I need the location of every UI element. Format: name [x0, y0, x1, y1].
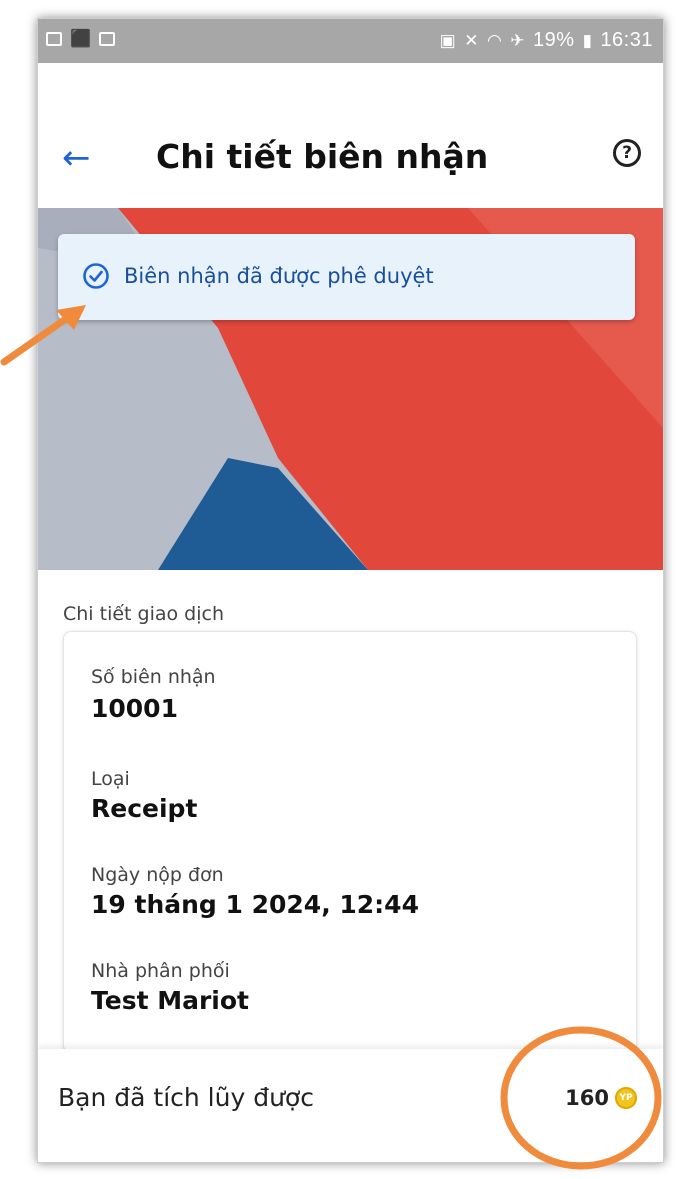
back-arrow-icon[interactable]: ←: [62, 141, 91, 175]
airplane-icon: ✈: [510, 30, 526, 50]
distributor-label: Nhà phân phối: [91, 960, 230, 982]
type-label: Loại: [91, 768, 130, 790]
receipt-hero-image: Biên nhận đã được phê duyệt: [38, 208, 663, 570]
receipt-number-value: 10001: [91, 694, 178, 723]
help-icon[interactable]: ?: [613, 139, 641, 167]
check-circle-icon: [83, 263, 109, 289]
points-label: Bạn đã tích lũy được: [58, 1083, 314, 1112]
battery-icon: ▮: [582, 30, 593, 50]
submission-date-value: 19 tháng 1 2024, 12:44: [91, 890, 419, 919]
clock: 16:31: [600, 29, 653, 51]
status-bar: ⬛ ▣ ✕ ◠ ✈ 19% ▮ 16:31: [38, 19, 663, 63]
type-value: Receipt: [91, 794, 198, 823]
page-title: Chi tiết biên nhận: [156, 137, 489, 176]
coin-icon: YP: [615, 1087, 637, 1109]
points-footer: Bạn đã tích lũy được 160 YP: [38, 1049, 663, 1162]
details-card: Số biên nhận 10001 Loại Receipt Ngày nộp…: [63, 631, 637, 1053]
alarm-icon: ▣: [439, 30, 457, 50]
approval-message: Biên nhận đã được phê duyệt: [124, 264, 434, 288]
mute-icon: ✕: [464, 30, 479, 50]
section-title: Chi tiết giao dịch: [63, 603, 225, 625]
points-value: 160: [565, 1086, 609, 1110]
battery-percent: 19%: [533, 29, 575, 51]
approval-banner: Biên nhận đã được phê duyệt: [58, 234, 635, 320]
submission-date-label: Ngày nộp đơn: [91, 864, 224, 886]
phone-screen: ⬛ ▣ ✕ ◠ ✈ 19% ▮ 16:31 ← Chi tiết biên nh…: [37, 18, 664, 1163]
receipt-number-label: Số biên nhận: [91, 666, 216, 688]
checkbox-notification-icon: [99, 32, 116, 46]
app-header: ← Chi tiết biên nhận ?: [38, 63, 663, 208]
gallery-notification-icon: [46, 32, 62, 46]
teams-notification-icon: ⬛: [70, 29, 92, 49]
distributor-value: Test Mariot: [91, 986, 249, 1015]
wifi-icon: ◠: [486, 30, 503, 50]
